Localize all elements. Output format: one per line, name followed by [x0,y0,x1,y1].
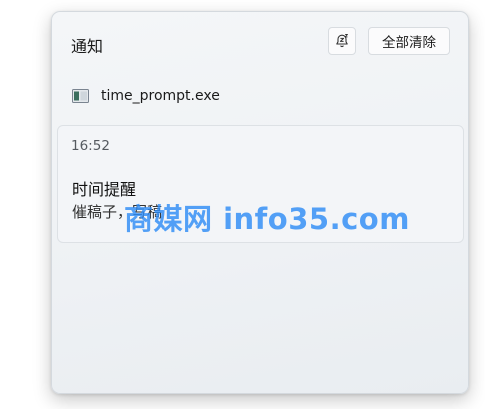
terminal-app-icon [72,89,89,103]
bell-snooze-icon [336,34,348,48]
app-group-header: time_prompt.exe [72,86,220,106]
watermark-overlay: 商媒网 info35.com [124,202,410,236]
notification-time: 16:52 [71,138,110,154]
clear-all-button[interactable]: 全部清除 [368,27,450,55]
do-not-disturb-button[interactable] [328,27,356,55]
panel-title: 通知 [71,37,104,56]
app-name: time_prompt.exe [101,88,220,104]
